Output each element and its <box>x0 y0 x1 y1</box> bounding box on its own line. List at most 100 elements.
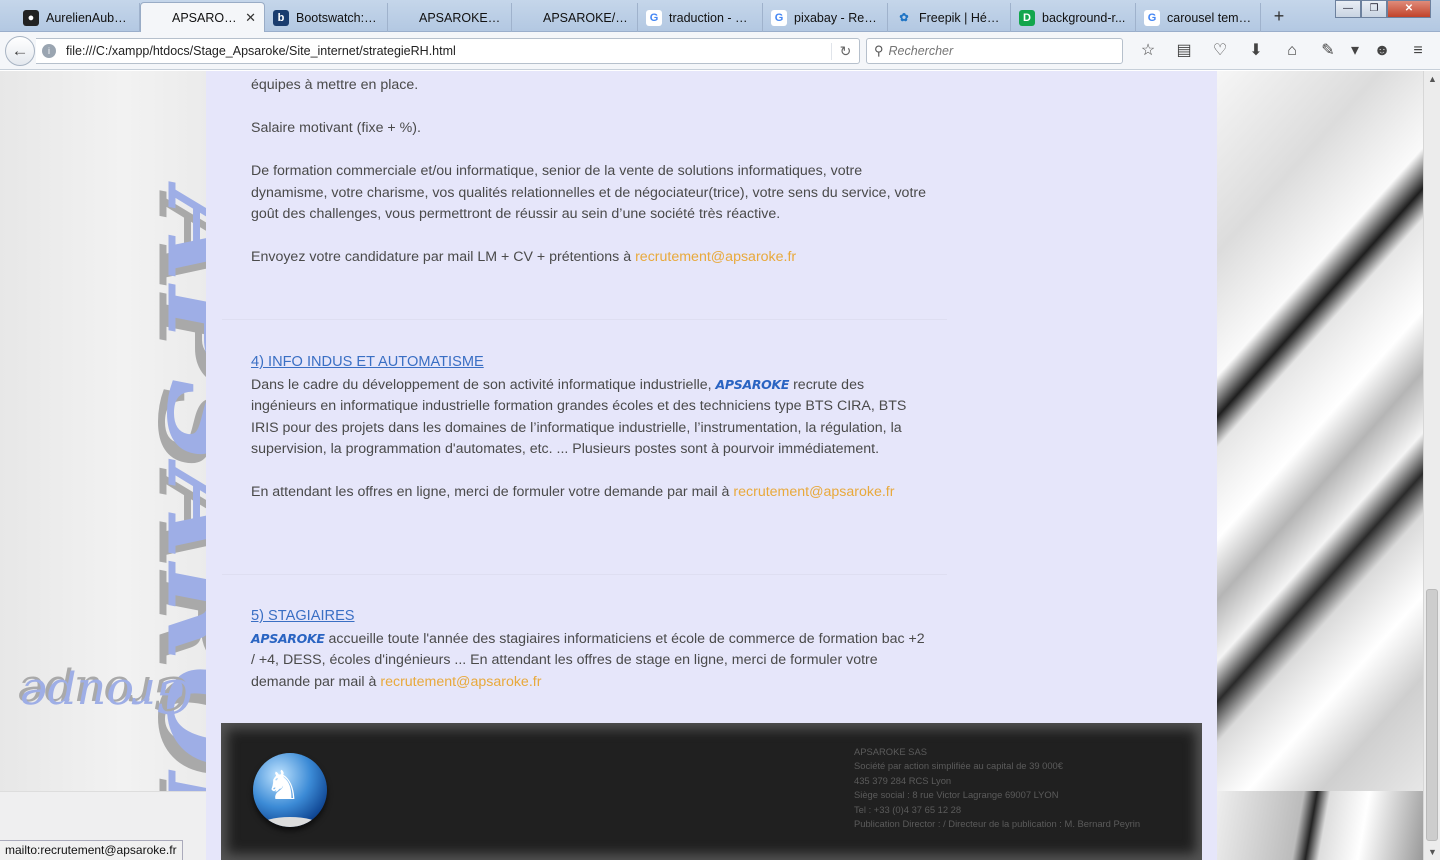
browser-tab[interactable]: APSAROKE/Métier... <box>512 3 638 32</box>
page-icon <box>520 10 536 26</box>
home-icon[interactable]: ⌂ <box>1274 38 1310 64</box>
chat-icon[interactable]: ☻ <box>1364 38 1400 64</box>
footer-line: 435 379 284 RCS Lyon <box>854 774 952 786</box>
section-divider <box>222 319 947 320</box>
section-4-intro: Dans le cadre du développement de son ac… <box>251 376 712 393</box>
tab-label: Bootswatch: F... <box>296 10 379 25</box>
side-logo-subtitle: Groupe <box>20 669 193 723</box>
maximize-button[interactable]: ❐ <box>1361 0 1387 18</box>
url-bar[interactable]: i file:///C:/xampp/htdocs/Stage_Apsaroke… <box>36 38 860 64</box>
tab-label: APSAROKE/société <box>419 10 503 25</box>
main-content: équipes à mettre en place. Salaire motiv… <box>206 71 1217 860</box>
vertical-scrollbar[interactable]: ▲ ▼ <box>1423 71 1440 860</box>
company-info: APSAROKE SAS Société par action simplifié… <box>854 745 1140 831</box>
apply-label: Envoyez votre candidature par mail LM + … <box>251 249 632 265</box>
profile-text: De formation commerciale et/ou informati… <box>251 163 927 222</box>
search-input[interactable] <box>888 44 1109 58</box>
google-icon: G <box>646 9 662 26</box>
google-icon: G <box>1144 9 1160 26</box>
back-button[interactable]: ← <box>5 36 35 66</box>
scroll-up-arrow[interactable]: ▲ <box>1424 71 1440 87</box>
minimize-button[interactable]: — <box>1335 0 1361 18</box>
window-controls: — ❐ ✕ <box>1335 0 1431 18</box>
close-tab-icon[interactable]: ✕ <box>239 10 256 26</box>
browser-tab[interactable]: Gcarousel temp... <box>1136 3 1261 32</box>
section-5-title[interactable]: 5) STAGIAIRES <box>251 606 926 628</box>
section-divider <box>222 574 947 575</box>
company-logo: ♞ <box>253 753 327 827</box>
tab-label: pixabay - Rec... <box>794 10 879 25</box>
side-logo: APSAROKE <box>140 190 207 860</box>
section-5-body: accueille toute l'année des stagiaires i… <box>251 630 925 690</box>
new-tab-button[interactable]: + <box>1268 4 1290 28</box>
page-icon <box>149 10 165 26</box>
status-bar: mailto:recrutement@apsaroke.fr <box>0 840 183 860</box>
search-icon: ⚲ <box>874 43 884 58</box>
email-link[interactable]: recrutement@apsaroke.fr <box>380 674 541 690</box>
tab-label: Freepik | Hébe... <box>919 10 1002 25</box>
site-identity-icon[interactable]: i <box>42 44 56 58</box>
freepik-icon: ✿ <box>899 12 909 24</box>
dropdown-icon[interactable]: ▾ <box>1346 38 1364 64</box>
browser-tab[interactable]: b Bootswatch: F... <box>265 3 388 32</box>
d-icon: D <box>1019 9 1035 26</box>
scrollbar-thumb[interactable] <box>1426 589 1438 841</box>
right-decoration <box>1217 71 1423 860</box>
apply-text: Envoyez votre candidature par mail LM + … <box>251 247 926 269</box>
footer: ♞ APSAROKE SAS Société par action simplif… <box>221 723 1202 860</box>
google-icon: G <box>771 9 787 26</box>
search-box[interactable]: ⚲ <box>866 38 1123 64</box>
left-decoration: APSAROKE Groupe <box>0 71 206 860</box>
salary-text: Salaire motivant (fixe + %). <box>251 120 421 136</box>
footer-line: Publication Director : / Directeur de la… <box>854 818 1141 830</box>
pocket-icon[interactable]: ♡ <box>1202 38 1238 64</box>
page-viewport: APSAROKE Groupe équipes à mettre en plac… <box>0 71 1423 860</box>
horse-rider-icon: ♞ <box>265 764 301 808</box>
url-text[interactable]: file:///C:/xampp/htdocs/Stage_Apsaroke/S… <box>66 44 831 58</box>
browser-tab[interactable]: APSAROKE/société <box>388 3 512 32</box>
bookmark-star-icon[interactable]: ☆ <box>1130 38 1166 64</box>
brand-name: APSAROKE <box>715 376 790 392</box>
section-3-line-top: équipes à mettre en place. <box>251 77 419 93</box>
section-4-text: Dans le cadre du développement de son ac… <box>251 374 926 461</box>
browser-tab[interactable]: ✿ Freepik | Hébe... <box>888 3 1011 32</box>
reading-list-icon[interactable]: ▤ <box>1166 38 1202 64</box>
browser-tab[interactable]: APSAROKE/Re...✕ <box>140 2 265 33</box>
scroll-down-arrow[interactable]: ▼ <box>1424 844 1440 860</box>
github-icon: ● <box>23 9 39 26</box>
section-5: 5) STAGIAIRES APSAROKE accueille toute l… <box>251 606 926 693</box>
offers-label: En attendant les offres en ligne, merci … <box>251 484 730 500</box>
browser-tab[interactable]: ● AurelienAube... <box>15 3 140 32</box>
close-window-button[interactable]: ✕ <box>1387 0 1431 18</box>
email-link[interactable]: recrutement@apsaroke.fr <box>733 484 894 500</box>
toolbar-icons: ☆ ▤ ♡ ⬇ ⌂ ✎ ▾ ☻ ≡ <box>1130 38 1436 64</box>
reload-icon[interactable]: ↻ <box>831 42 859 60</box>
section-5-text: APSAROKE accueille toute l'année des sta… <box>251 628 926 694</box>
tab-label: carousel temp... <box>1167 10 1252 25</box>
section-4: 4) INFO INDUS ET AUTOMATISME Dans le cad… <box>251 352 926 504</box>
tab-label: traduction - R... <box>669 10 754 25</box>
section-4-offers: En attendant les offres en ligne, merci … <box>251 482 926 504</box>
footer-line: Tel : +33 (0)4 37 65 12 28 <box>854 803 962 815</box>
browser-tab[interactable]: Gpixabay - Rec... <box>763 3 888 32</box>
tab-label: background-r... <box>1042 10 1126 25</box>
tab-label: AurelienAube... <box>46 10 131 25</box>
tab-label: APSAROKE/Re... <box>172 11 239 25</box>
footer-line: Siège social : 8 rue Victor Lagrange 690… <box>854 789 1059 801</box>
extension-icon[interactable]: ✎ <box>1310 38 1346 64</box>
footer-line: APSAROKE SAS <box>854 746 927 757</box>
email-link[interactable]: recrutement@apsaroke.fr <box>635 249 796 265</box>
bootswatch-icon: b <box>273 9 289 26</box>
navigation-bar: ← i file:///C:/xampp/htdocs/Stage_Apsaro… <box>0 32 1440 70</box>
section-4-title[interactable]: 4) INFO INDUS ET AUTOMATISME <box>251 352 926 374</box>
download-icon[interactable]: ⬇ <box>1238 38 1274 64</box>
tab-label: APSAROKE/Métier... <box>543 10 629 25</box>
section-3-end: équipes à mettre en place. Salaire motiv… <box>251 75 926 269</box>
tab-strip: + — ❐ ✕ ●AurelienAube...APSAROKE/Re...✕b… <box>0 0 1440 33</box>
browser-tab[interactable]: Dbackground-r... <box>1011 3 1136 32</box>
browser-tab[interactable]: Gtraduction - R... <box>638 3 763 32</box>
footer-line: Société par action simplifiée au capital… <box>854 760 1063 772</box>
menu-icon[interactable]: ≡ <box>1400 38 1436 64</box>
brand-name: APSAROKE <box>251 630 325 646</box>
page-icon <box>396 10 412 26</box>
